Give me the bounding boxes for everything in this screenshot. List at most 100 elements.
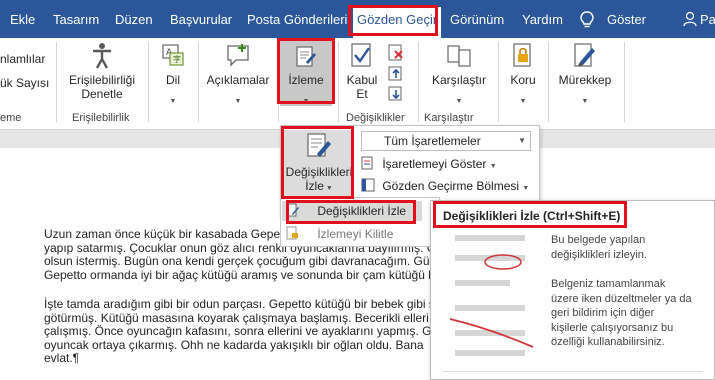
- tab-gorunum[interactable]: Görünüm: [450, 9, 504, 31]
- tab-ekle[interactable]: Ekle: [10, 9, 35, 31]
- paragraph-2: İşte tamda aradığım gibi bir odun parças…: [44, 297, 439, 366]
- language-icon: A 字: [162, 44, 184, 66]
- tab-gozden-gecir[interactable]: Gözden Geçir: [353, 7, 442, 38]
- tab-yardim[interactable]: Yardım: [522, 9, 563, 31]
- accept-label-1: Kabul: [346, 73, 378, 87]
- group-separator: [418, 42, 419, 122]
- sozcuk-sayisi-label: ük Sayısı: [0, 76, 50, 90]
- person-icon: [683, 11, 697, 27]
- tooltip-line: geri bildirim için diğer: [551, 307, 655, 319]
- compare-button[interactable]: Karşılaştır ▼: [424, 42, 494, 107]
- tracking-icon: [296, 46, 316, 67]
- tooltip-line: Belgeniz tamamlanmak: [551, 278, 666, 290]
- track-changes-button[interactable]: Değişiklikleri İzle ▼: [284, 130, 354, 198]
- text-line: İşte tamda aradığım gibi bir odun parças…: [44, 297, 435, 311]
- text-line: olsun istermiş. Bugün ona kendi gerçek ç…: [44, 254, 430, 268]
- tab-basvurular[interactable]: Başvurular: [170, 9, 232, 31]
- protect-button[interactable]: Koru ▼: [505, 42, 541, 107]
- text-line: evlat.¶: [44, 351, 80, 365]
- group-separator: [498, 42, 499, 122]
- menu-item-track-changes-label: Değişiklikleri İzle: [317, 204, 407, 218]
- group-separator: [278, 42, 279, 122]
- tab-duzen[interactable]: Düzen: [115, 9, 153, 31]
- menu-item-track-changes[interactable]: Değişiklikleri İzle: [282, 201, 422, 221]
- ribbon-tab-bar: Ekle Tasarım Düzen Başvurular Posta Gönd…: [0, 0, 715, 38]
- review-pane-icon: [361, 178, 375, 192]
- reject-button[interactable]: [386, 44, 406, 65]
- chevron-down-icon: ▼: [455, 98, 463, 105]
- next-change-icon: [388, 86, 402, 101]
- tab-paylas[interactable]: Pay: [700, 9, 715, 31]
- show-markup-icon: [361, 156, 373, 170]
- group-separator: [56, 42, 57, 122]
- group-label-erisilebilirlik: Erişilebilirlik: [72, 112, 130, 124]
- tracking-button[interactable]: İzleme ▼: [280, 40, 332, 106]
- lock-tracking-icon: [286, 226, 298, 240]
- reject-icon: [388, 44, 403, 61]
- menu-item-lock-tracking-label: İzlemeyi Kilitle: [317, 227, 394, 241]
- accept-label-2: Et: [356, 87, 368, 101]
- tooltip-title: Değişiklikleri İzle (Ctrl+Shift+E): [443, 209, 621, 223]
- menu-item-lock-tracking[interactable]: İzlemeyi Kilitle: [282, 224, 422, 244]
- chevron-down-icon: ▼: [518, 136, 526, 145]
- es-anlamlilar-label: nlamlılar: [0, 52, 46, 66]
- tab-goster[interactable]: Göster: [607, 9, 646, 31]
- check-accessibility-label-2: Denetle: [81, 87, 123, 101]
- tab-tasarim[interactable]: Tasarım: [53, 9, 99, 31]
- chevron-down-icon: ▼: [325, 185, 333, 192]
- text-line: oyuncak ortaya çıkarmış. Ohh ne kadarda …: [44, 337, 424, 352]
- markup-select[interactable]: Tüm İşaretlemeler ▼: [361, 131, 531, 151]
- comment-icon: [227, 44, 249, 67]
- lightbulb-icon: [580, 11, 594, 28]
- tooltip-illustration: [449, 235, 534, 356]
- tracking-label: İzleme: [288, 73, 324, 87]
- group-separator: [338, 42, 339, 122]
- tooltip-line: kişilerle çalışıyorsanız bu: [551, 321, 674, 334]
- track-changes-small-icon: [286, 203, 299, 217]
- tooltip-line: özelliği kullanabilirsiniz.: [551, 336, 665, 348]
- group-label-yazim-denetleme: eme: [0, 112, 22, 124]
- check-accessibility-button[interactable]: Erişilebilirliği Denetle: [62, 42, 142, 101]
- track-changes-label-2: İzle: [305, 179, 324, 193]
- group-label-karsilastir: Karşılaştır: [424, 112, 474, 124]
- tab-posta-gonderileri[interactable]: Posta Gönderileri: [247, 9, 347, 31]
- accept-button[interactable]: Kabul Et: [344, 42, 380, 101]
- review-pane-label: Gözden Geçirme Bölmesi: [382, 179, 520, 193]
- previous-change-button[interactable]: [386, 66, 406, 85]
- chevron-down-icon: ▼: [234, 98, 242, 105]
- comments-button[interactable]: Açıklamalar ▼: [203, 42, 273, 107]
- language-button[interactable]: A 字 Dil ▼: [155, 42, 191, 107]
- group-label-degisiklikler: Değişiklikler: [346, 112, 405, 124]
- ribbon: nlamlılar ük Sayısı eme Erişilebilirliği…: [0, 38, 715, 130]
- markup-select-value: Tüm İşaretlemeler: [384, 134, 481, 148]
- ink-pen-icon: [574, 43, 595, 67]
- group-separator: [624, 42, 625, 122]
- chevron-down-icon: ▼: [169, 98, 177, 105]
- chevron-down-icon: ▼: [522, 185, 530, 192]
- compare-icon: [447, 45, 471, 67]
- show-markup-button[interactable]: İşaretlemeyi Göster ▼: [361, 154, 497, 174]
- chevron-down-icon: ▼: [489, 163, 497, 170]
- review-pane-button[interactable]: Gözden Geçirme Bölmesi ▼: [361, 176, 529, 196]
- text-line: götürmüş. Kütüğü masasına koyarak çalışm…: [44, 310, 429, 325]
- chevron-down-icon: ▼: [302, 98, 310, 105]
- group-separator: [148, 42, 149, 122]
- track-changes-tooltip: Değişiklikleri İzle (Ctrl+Shift+E) Bu be…: [430, 200, 715, 380]
- tooltip-line: üzere iken düzeltmeler ya da: [551, 292, 692, 305]
- previous-change-icon: [388, 66, 402, 81]
- track-changes-menu: Değişiklikleri İzle İzlemeyi Kilitle: [280, 197, 440, 247]
- sozcuk-sayisi-button[interactable]: nlamlılar ük Sayısı: [0, 52, 49, 90]
- compare-label: Karşılaştır: [431, 73, 486, 87]
- svg-text:字: 字: [173, 54, 181, 64]
- check-accessibility-label-1: Erişilebilirliği: [68, 73, 135, 87]
- chevron-down-icon: ▼: [519, 98, 527, 105]
- ink-button[interactable]: Mürekkep ▼: [552, 42, 618, 107]
- protect-label: Koru: [510, 73, 536, 87]
- track-changes-icon: [307, 133, 331, 157]
- accept-check-icon: [351, 43, 371, 67]
- lock-icon: [513, 43, 531, 67]
- next-change-button[interactable]: [386, 86, 406, 105]
- group-separator: [548, 42, 549, 122]
- language-label: Dil: [166, 73, 180, 87]
- text-line: çalışmış. Önce oyuncağın kafasını, sonra…: [44, 324, 439, 338]
